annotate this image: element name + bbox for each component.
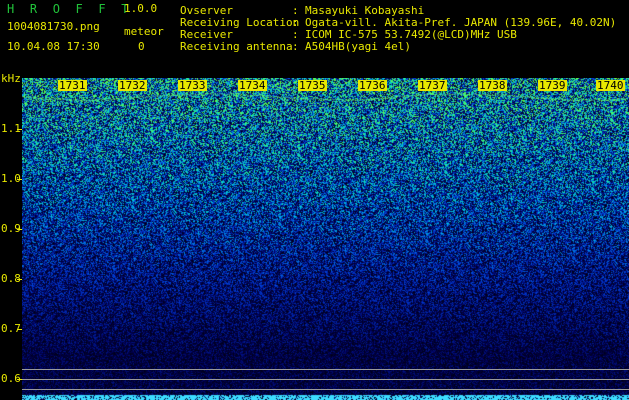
spectrogram: [22, 78, 629, 400]
y-tick-mark: [17, 179, 22, 180]
meteor-count: 0: [138, 40, 145, 53]
y-tick-mark: [17, 329, 22, 330]
time-tick-1731: 1731: [58, 79, 87, 92]
info-label: Receiver: [180, 28, 233, 41]
app-title: H R O F F T: [7, 2, 133, 16]
reference-line: [22, 379, 629, 380]
info-label: Receiving Location: [180, 16, 300, 29]
info-colon: :: [292, 40, 299, 53]
info-label: Ovserver: [180, 4, 233, 17]
info-colon: :: [292, 4, 299, 17]
spectrogram-canvas: [22, 78, 629, 400]
time-tick-1737: 1737: [418, 79, 447, 92]
time-tick-1735: 1735: [298, 79, 327, 92]
time-tick-1740: 1740: [596, 79, 625, 92]
hrofft-window: H R O F F T 1.0.0 1004081730.png meteor …: [0, 0, 629, 400]
info-value: Ogata-vill. Akita-Pref. JAPAN (139.96E, …: [305, 16, 617, 29]
time-tick-1736: 1736: [358, 79, 387, 92]
image-filename: 1004081730.png: [7, 20, 100, 33]
time-tick-1733: 1733: [178, 79, 207, 92]
time-tick-1734: 1734: [238, 79, 267, 92]
info-colon: :: [292, 16, 299, 29]
info-value: ICOM IC-575 53.7492(@LCD)MHz USB: [305, 28, 517, 41]
y-tick-mark: [17, 379, 22, 380]
meteor-label: meteor: [124, 25, 164, 38]
info-colon: :: [292, 28, 299, 41]
capture-datetime: 10.04.08 17:30: [7, 40, 100, 53]
info-value: Masayuki Kobayashi: [305, 4, 425, 17]
app-version: 1.0.0: [124, 2, 158, 15]
info-value: A504HB(yagi 4el): [305, 40, 411, 53]
y-tick-mark: [17, 229, 22, 230]
time-tick-1738: 1738: [478, 79, 507, 92]
frequency-axis: 1.1 1.0 0.9 0.8 0.7 0.6: [0, 78, 22, 400]
y-tick-mark: [17, 279, 22, 280]
reference-line: [22, 389, 629, 390]
time-tick-1732: 1732: [118, 79, 147, 92]
time-tick-1739: 1739: [538, 79, 567, 92]
reference-line: [22, 369, 629, 370]
info-label: Receiving antenna: [180, 40, 293, 53]
y-tick-mark: [17, 129, 22, 130]
